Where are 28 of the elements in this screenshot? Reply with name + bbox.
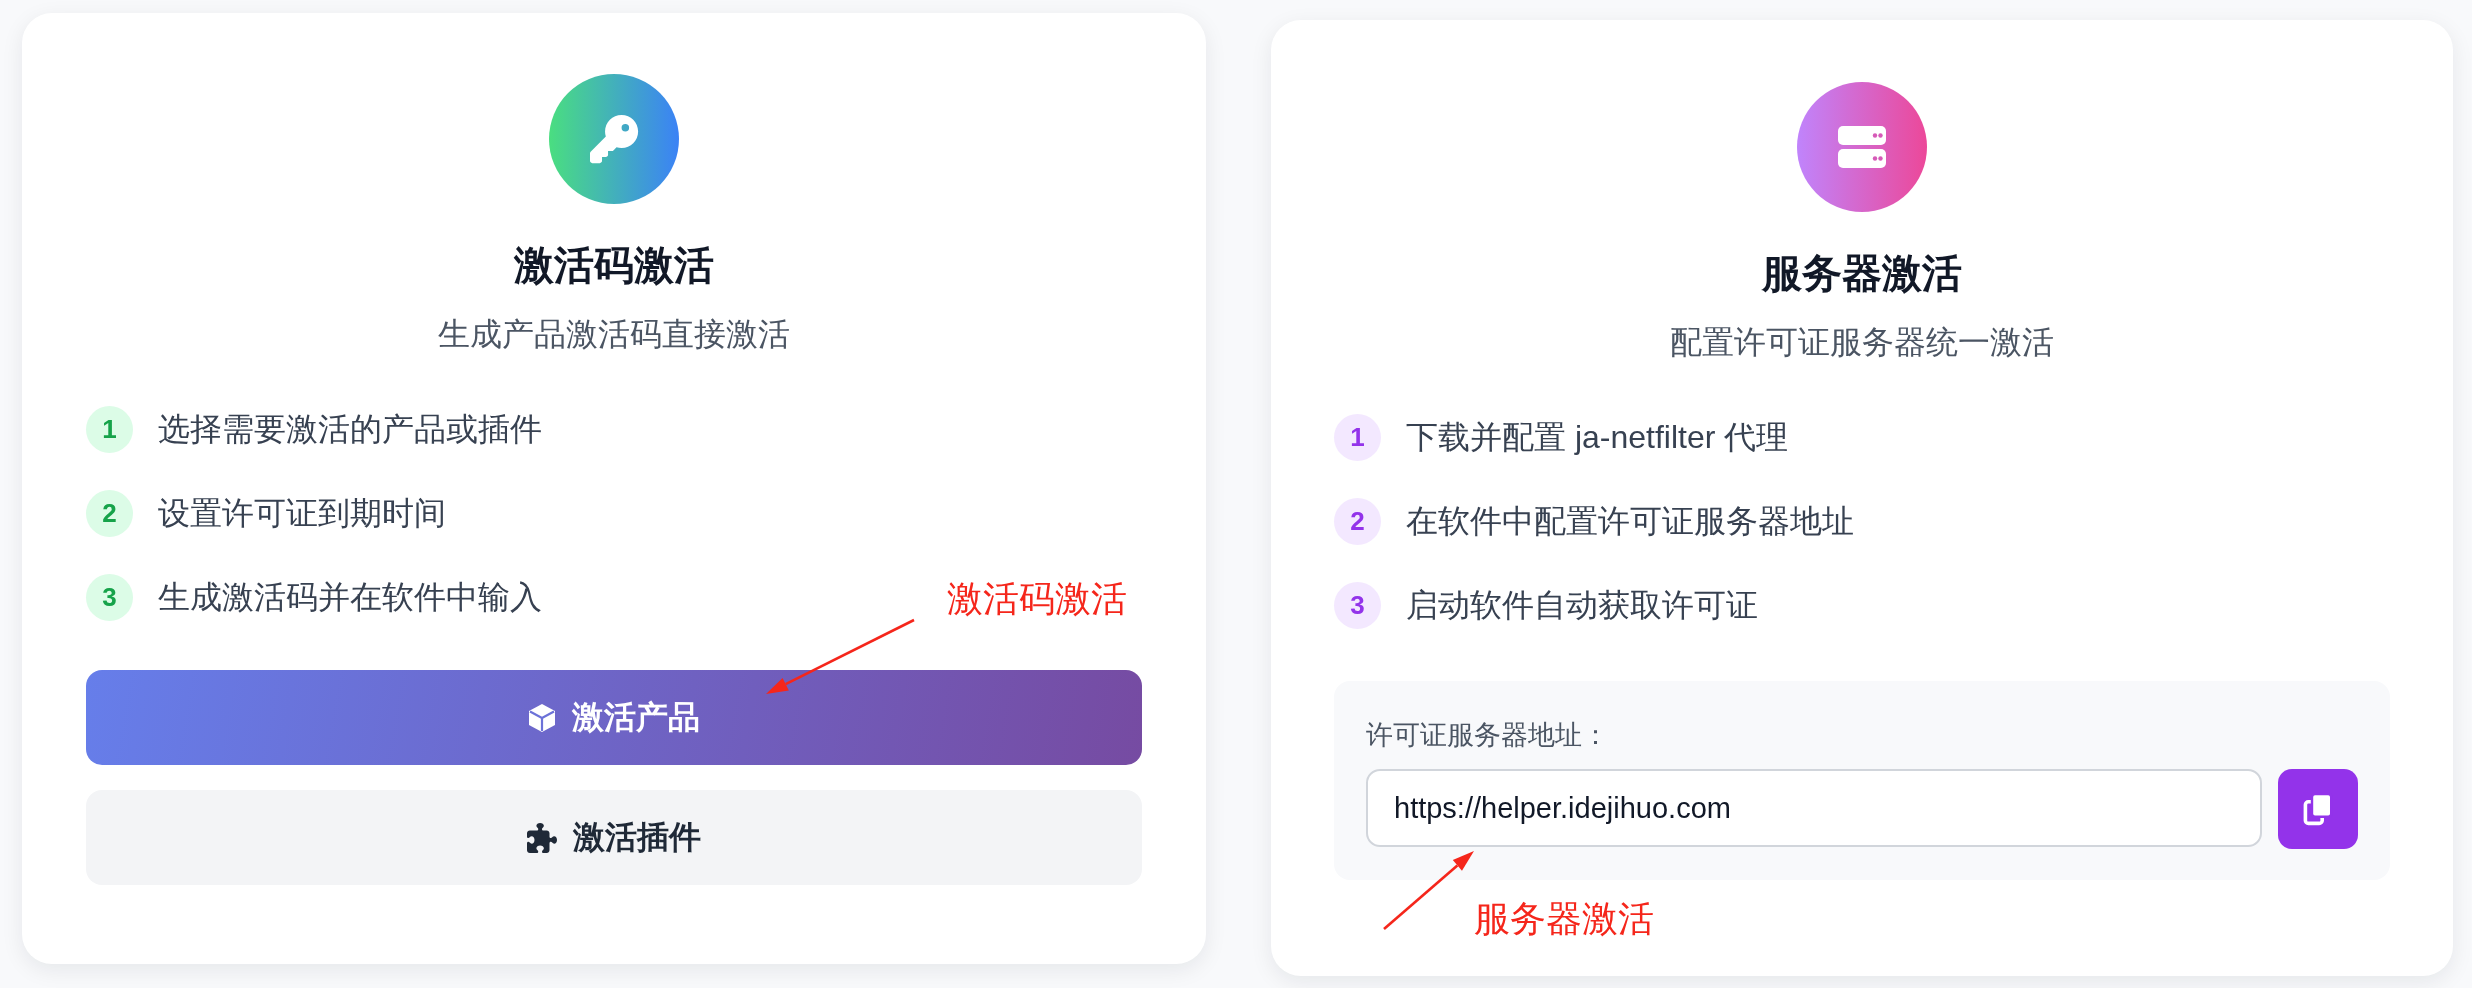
card-title: 激活码激活 — [513, 242, 715, 289]
card-title: 服务器激活 — [1760, 250, 1963, 297]
key-icon — [549, 74, 679, 204]
step-text: 选择需要激活的产品或插件 — [158, 410, 542, 449]
card-subtitle: 配置许可证服务器统一激活 — [1669, 323, 2055, 362]
step-text: 设置许可证到期时间 — [158, 494, 446, 533]
copy-button[interactable] — [2278, 769, 2358, 849]
field-label: 许可证服务器地址： — [1366, 719, 1610, 752]
step-number: 1 — [1334, 413, 1381, 461]
annotation-text: 激活码激活 — [947, 577, 1127, 621]
activate-product-button[interactable]: 激活产品 — [86, 670, 1142, 765]
activate-plugin-button[interactable]: 激活插件 — [86, 790, 1142, 885]
annotation-text: 服务器激活 — [1474, 897, 1654, 941]
step-text: 下载并配置 ja-netfilter 代理 — [1406, 418, 1789, 457]
cube-icon — [528, 702, 556, 733]
server-icon — [1797, 82, 1927, 212]
step-number: 2 — [1334, 497, 1381, 545]
step-number: 3 — [86, 573, 133, 621]
step-number: 3 — [1334, 581, 1381, 629]
step-number: 1 — [86, 405, 133, 453]
step-number: 2 — [86, 489, 133, 537]
step-text: 启动软件自动获取许可证 — [1406, 586, 1758, 625]
step-text: 在软件中配置许可证服务器地址 — [1406, 502, 1854, 541]
puzzle-icon — [527, 822, 557, 853]
copy-icon — [2303, 792, 2333, 826]
step-text: 生成激活码并在软件中输入 — [158, 578, 542, 617]
card-subtitle: 生成产品激活码直接激活 — [437, 315, 791, 354]
url-field[interactable]: https://helper.idejihuo.com — [1366, 769, 2262, 847]
